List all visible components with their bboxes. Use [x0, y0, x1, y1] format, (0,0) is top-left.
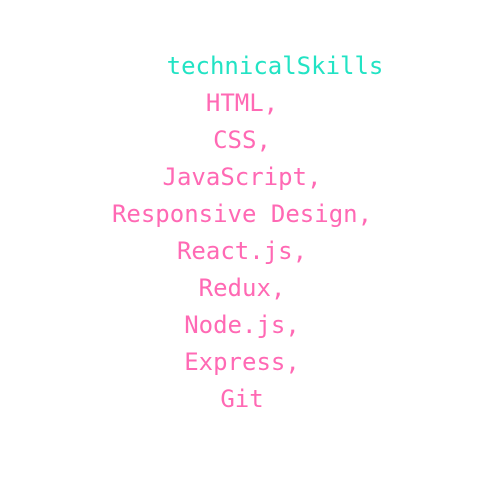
skill-item-html: HTML, [205, 89, 279, 117]
skill-item-git: Git [220, 385, 264, 413]
skill-item-javascript: JavaScript, [162, 163, 322, 191]
skill-item-react: React.js, [176, 237, 308, 265]
skill-item-responsive-design: Responsive Design, [111, 200, 373, 228]
skills-canvas: technicalSkills HTML, CSS, JavaScript, R… [0, 0, 500, 500]
skill-item-redux: Redux, [198, 274, 286, 302]
skill-item-css: CSS, [213, 126, 271, 154]
skill-item-node: Node.js, [184, 311, 300, 339]
skill-item-express: Express, [184, 348, 300, 376]
section-heading: technicalSkills [166, 52, 384, 80]
skills-list: HTML, CSS, JavaScript, Responsive Design… [0, 85, 484, 418]
